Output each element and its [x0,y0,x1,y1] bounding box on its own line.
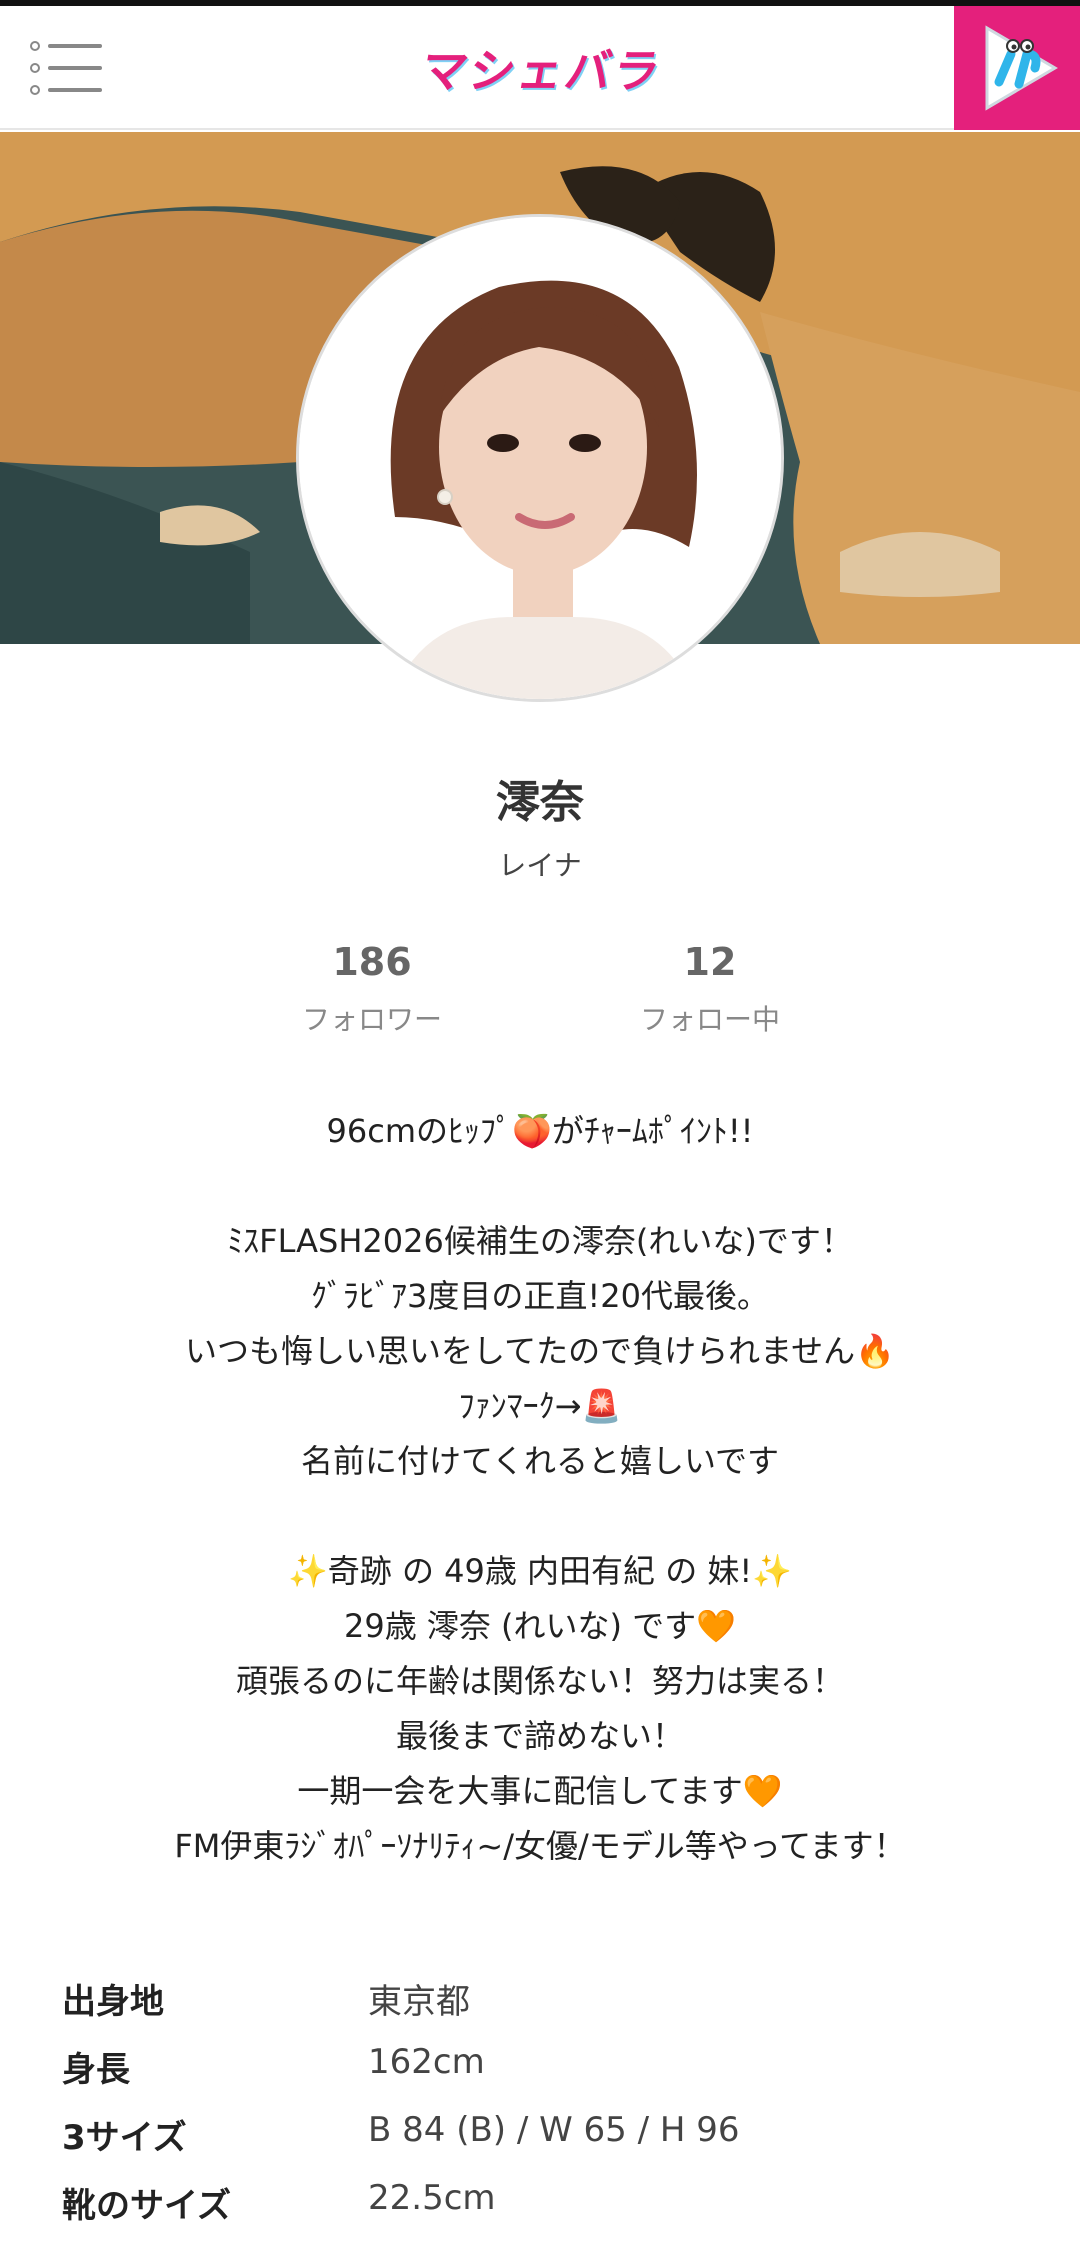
profile-name: 澪奈 [496,777,584,828]
detail-row-measurements: 3サイズ B 84 (B) / W 65 / H 96 [62,2102,1022,2170]
followers-stat[interactable]: 186 フォロワー [222,940,522,1038]
detail-row-height: 身長 162cm [62,2034,1022,2102]
followers-label: フォロワー [301,1003,442,1036]
detail-row-shoe-size: 靴のサイズ 22.5cm [62,2170,1022,2238]
list-menu-icon[interactable] [24,40,104,100]
detail-key: 出身地 [62,1982,164,2022]
detail-value: 22.5cm [368,2178,496,2218]
site-logo[interactable]: マシェバラ [407,38,678,98]
profile-bio: 96cmのﾋｯﾌﾟ🍑がﾁｬｰﾑﾎﾟｲﾝﾄ!! ﾐｽFLASH2026候補生の澪奈… [174,1112,906,1865]
followers-count: 186 [332,940,412,984]
detail-value: 東京都 [368,1982,470,2022]
following-label: フォロー中 [639,1003,780,1036]
play-app-icon[interactable] [954,6,1080,130]
app-header: マシェバラ [0,6,1080,130]
detail-value: B 84 (B) / W 65 / H 96 [368,2110,740,2150]
detail-key: 3サイズ [62,2118,187,2158]
detail-key: 身長 [62,2050,130,2090]
following-stat[interactable]: 12 フォロー中 [560,940,860,1038]
profile-details: 出身地 東京都 身長 162cm 3サイズ B 84 (B) / W 65 / … [62,1966,1022,2238]
profile-kana: レイナ [498,849,582,882]
detail-key: 靴のサイズ [62,2186,231,2226]
detail-row-hometown: 出身地 東京都 [62,1966,1022,2034]
avatar [296,214,784,702]
following-count: 12 [683,940,737,984]
detail-value: 162cm [368,2042,485,2082]
